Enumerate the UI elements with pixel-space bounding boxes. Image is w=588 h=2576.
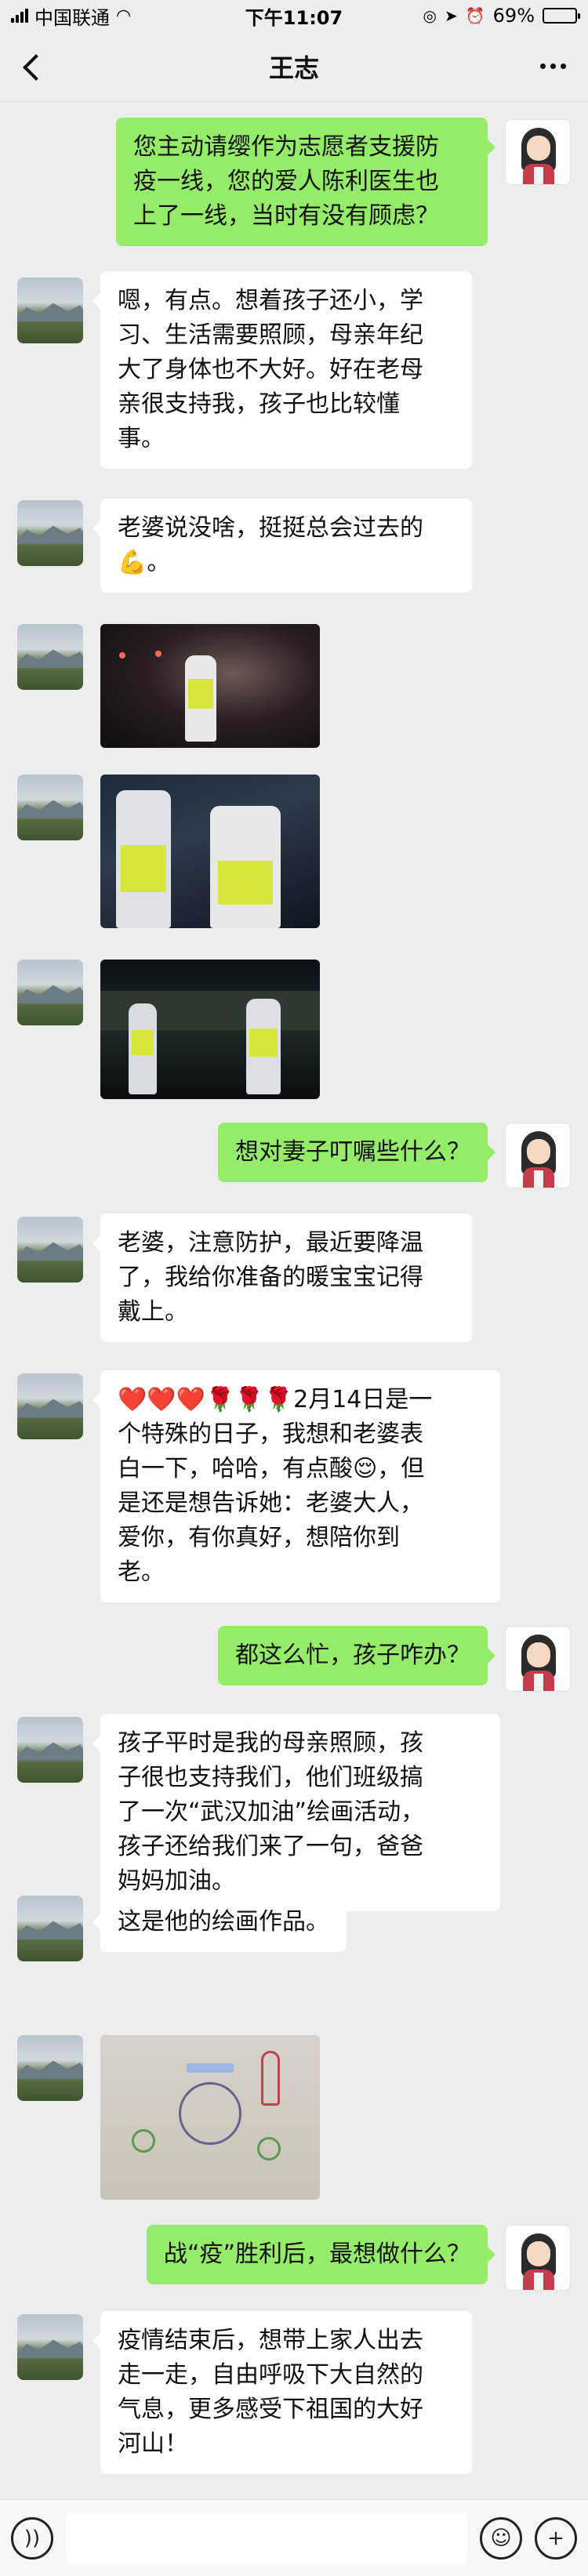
message-bubble[interactable]: 都这么忙，孩子咋办？ [218,1626,495,1685]
message-bubble[interactable]: 战“疫”胜利后，最想做什么？ [146,2225,496,2284]
message-bubble[interactable]: 您主动请缨作为志愿者支援防 疫一线，您的爱人陈利医生也 上了一线，当时有没有顾虑… [116,118,495,246]
location-icon: ➤ [444,6,458,25]
contact-avatar[interactable] [17,500,83,566]
contact-avatar[interactable] [17,1717,83,1783]
contact-avatar[interactable] [17,278,83,343]
status-bar: 中国联通 ◠ 下午11:07 ◎ ➤ ⏰ 69% [0,0,588,31]
contact-avatar[interactable] [17,1896,83,1961]
photo-message[interactable] [100,775,320,928]
more-icon[interactable] [538,63,569,69]
alarm-icon: ⏰ [465,6,485,25]
voice-icon[interactable]: )) [11,2516,53,2560]
battery-percent: 69% [492,5,535,27]
nav-bar: 王志 [0,31,588,102]
plus-icon[interactable]: + [535,2516,577,2560]
message-bubble[interactable]: 这是他的绘画作品。 [93,1892,347,1952]
message-input[interactable] [66,2512,467,2564]
back-icon[interactable] [19,51,50,82]
contact-avatar[interactable] [17,960,83,1025]
contact-avatar[interactable] [17,1373,83,1439]
contact-avatar[interactable] [17,775,83,840]
my-avatar[interactable] [505,1123,571,1188]
photo-message[interactable] [100,960,320,1099]
input-bar: )) ☺ + [0,2499,588,2576]
contact-avatar[interactable] [17,1217,83,1283]
photo-message[interactable] [100,2035,320,2200]
my-avatar[interactable] [505,2225,571,2291]
contact-avatar[interactable] [17,2314,83,2380]
my-avatar[interactable] [505,1626,571,1692]
status-left: 中国联通 ◠ [11,2,215,30]
my-avatar[interactable] [505,119,571,185]
wifi-icon: ◠ [116,5,132,26]
carrier-name: 中国联通 [34,6,110,29]
message-bubble[interactable]: 疫情结束后，想带上家人出去 走一走，自由呼吸下大自然的 气息，更多感受下祖国的大… [93,2311,472,2474]
battery-icon [543,8,580,24]
chat-title: 王志 [268,53,319,83]
contact-avatar[interactable] [17,2035,83,2101]
message-bubble[interactable]: 想对妻子叮嘱些什么？ [218,1123,495,1182]
message-bubble[interactable]: 嗯，有点。想着孩子还小，学 习、生活需要照顾，母亲年纪 大了身体也不大好。好在老… [93,271,472,469]
status-right: ◎ ➤ ⏰ 69% [373,5,580,27]
emoji-icon[interactable]: ☺ [480,2516,522,2560]
message-bubble[interactable]: ❤️❤️❤️🌹🌹🌹2月14日是一 个特殊的日子，我想和老婆表 白一下，哈哈，有点… [93,1370,500,1602]
message-bubble[interactable]: 孩子平时是我的母亲照顾，孩 子很也支持我们，他们班级搞 了一次“武汉加油”绘画活… [93,1714,500,1911]
contact-avatar[interactable] [17,624,83,690]
status-time: 下午11:07 [245,6,343,29]
photo-message[interactable] [100,624,320,748]
lock-rotation-icon: ◎ [423,6,437,25]
message-bubble[interactable]: 老婆，注意防护，最近要降温 了，我给你准备的暖宝宝记得 戴上。 [93,1214,472,1342]
message-bubble[interactable]: 老婆说没啥，挺挺总会过去的 💪。 [93,499,472,593]
signal-icon [11,9,28,23]
